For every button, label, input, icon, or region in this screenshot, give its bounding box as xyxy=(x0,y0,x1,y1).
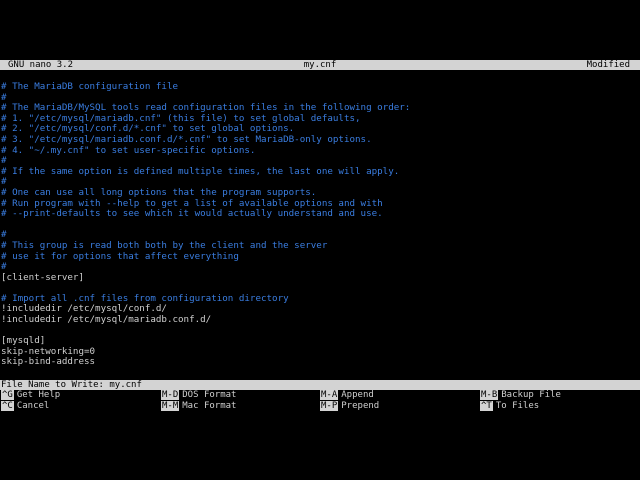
comment-line[interactable]: # 4. "~/.my.cnf" to set user-specific op… xyxy=(0,145,640,157)
shortcut-key: M-A xyxy=(320,390,339,400)
shortcut-label: Backup File xyxy=(501,390,561,400)
config-line[interactable] xyxy=(0,326,640,337)
shortcut-label: To Files xyxy=(495,401,540,411)
comment-line[interactable]: # xyxy=(0,261,640,273)
config-line[interactable]: skip-bind-address xyxy=(0,357,640,368)
shortcut-append[interactable]: M-A Append xyxy=(320,390,374,401)
comment-line[interactable]: # If the same option is defined multiple… xyxy=(0,166,640,178)
shortcut-label: Append xyxy=(341,390,374,400)
shortcut-label: Get Help xyxy=(16,390,61,400)
comment-line[interactable]: # --print-defaults to see which it would… xyxy=(0,209,640,220)
shortcut-cancel[interactable]: ^C Cancel xyxy=(1,401,49,412)
config-line[interactable]: skip-networking=0 xyxy=(0,346,640,358)
shortcut-dos-format[interactable]: M-D DOS Format xyxy=(161,390,236,401)
comment-line[interactable]: # 3. "/etc/mysql/mariadb.conf.d/*.cnf" t… xyxy=(0,134,640,146)
comment-line[interactable]: # use it for options that affect everyth… xyxy=(0,251,640,263)
shortcut-label: Mac Format xyxy=(182,401,237,411)
shortcut-get-help[interactable]: ^G Get Help xyxy=(1,390,60,401)
comment-line[interactable]: # This group is read both both by the cl… xyxy=(0,240,640,252)
prompt-label: File Name to Write: xyxy=(1,380,104,390)
shortcut-key: ^C xyxy=(1,401,14,411)
terminal-window: GNU nano 3.2 my.cnf Modified # The Maria… xyxy=(0,60,640,420)
comment-line[interactable]: # The MariaDB configuration file xyxy=(0,81,640,93)
shortcut-label: DOS Format xyxy=(182,390,237,400)
modified-status: Modified xyxy=(586,60,630,70)
config-line[interactable]: [client-server] xyxy=(0,272,640,284)
config-line[interactable] xyxy=(0,220,640,231)
file-name: my.cnf xyxy=(303,60,337,70)
filename-input[interactable]: my.cnf xyxy=(109,380,142,390)
shortcut-mac-format[interactable]: M-M Mac Format xyxy=(161,401,236,412)
shortcut-key: M-D xyxy=(161,390,180,400)
shortcut-key: ^T xyxy=(480,401,493,411)
shortcut-prepend[interactable]: M-P Prepend xyxy=(320,401,379,412)
shortcut-backup-file[interactable]: M-B Backup File xyxy=(480,390,561,401)
save-filename-prompt[interactable]: File Name to Write: my.cnf xyxy=(0,380,640,390)
shortcut-key: M-P xyxy=(320,401,339,411)
shortcut-key: ^G xyxy=(1,390,14,400)
shortcut-label: Cancel xyxy=(16,401,50,411)
shortcut-bar: ^G Get Help M-D DOS Format M-A Append M-B Backu… xyxy=(0,390,640,414)
comment-line[interactable]: # One can use all long options that the … xyxy=(0,187,640,199)
shortcut-key: M-M xyxy=(161,401,180,411)
shortcut-key: M-B xyxy=(480,390,499,400)
shortcut-to-files[interactable]: ^T To Files xyxy=(480,401,539,412)
text-buffer[interactable]: # The MariaDB configuration file # # The M… xyxy=(0,81,640,368)
shortcut-label: Prepend xyxy=(341,401,380,411)
nano-title-bar: GNU nano 3.2 my.cnf Modified xyxy=(0,60,640,70)
config-line[interactable]: [mysqld] xyxy=(0,336,640,347)
config-line[interactable]: !includedir /etc/mysql/mariadb.conf.d/ xyxy=(0,314,640,326)
